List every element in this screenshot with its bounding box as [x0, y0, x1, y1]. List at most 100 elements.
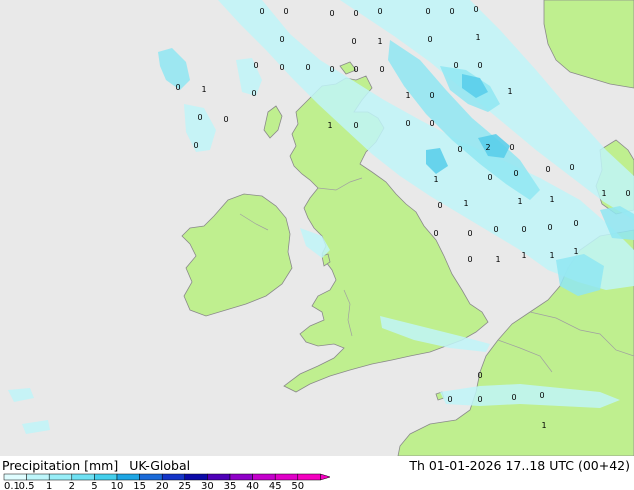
station-value: 0: [547, 223, 552, 232]
station-value: 0: [453, 61, 458, 70]
station-value: 0: [283, 7, 288, 16]
scale-swatch: [184, 473, 208, 481]
station-value: 0: [573, 219, 578, 228]
station-value: 0: [467, 255, 472, 264]
station-value: 2: [485, 143, 490, 152]
scale-tick-label: 0.1: [4, 481, 20, 490]
map-title: Precipitation [mm] UK-Global: [2, 458, 197, 473]
scale-tick-label: 45: [269, 481, 282, 490]
scale-tick-label: 20: [156, 481, 169, 490]
station-value: 0: [193, 141, 198, 150]
map-footer: Precipitation [mm] UK-Global Th 01-01-20…: [0, 456, 634, 490]
station-value: 0: [197, 113, 202, 122]
station-value: 0: [353, 9, 358, 18]
station-value: 0: [329, 9, 334, 18]
variable-label: Precipitation [mm]: [2, 458, 119, 473]
scale-swatch: [48, 473, 73, 481]
scale-tick-label: 1: [46, 481, 52, 490]
station-value: 0: [259, 7, 264, 16]
station-value: 0: [511, 393, 516, 402]
station-value: 0: [429, 119, 434, 128]
station-value: 0: [279, 63, 284, 72]
station-value: 0: [625, 189, 630, 198]
station-value: 1: [405, 91, 410, 100]
station-value: 0: [467, 229, 472, 238]
scale-tick-label: 30: [201, 481, 214, 490]
precipitation-map[interactable]: 0 0 0 0 0 0 0 0 1 0 1 0 0 0 0 0 0 0 0 0 0 1 0 1 0 1 1 0 0 0 0 2 0 0 0 1 0 0 0 0…: [0, 0, 634, 457]
station-value: 0: [425, 7, 430, 16]
station-value: 0: [405, 119, 410, 128]
station-value: 0: [433, 229, 438, 238]
station-value: 0: [521, 225, 526, 234]
station-value: 0: [377, 7, 382, 16]
station-value: 0: [223, 115, 228, 124]
scale-tick-label: 10: [111, 481, 124, 490]
station-value: 1: [549, 251, 554, 260]
station-value: 0: [427, 35, 432, 44]
scale-tick-label: 0.5: [19, 481, 35, 490]
scale-swatch: [207, 473, 231, 481]
station-value: 1: [495, 255, 500, 264]
valid-time: Th 01-01-2026 17..18 UTC (00+42): [409, 458, 630, 473]
station-value: 0: [493, 225, 498, 234]
station-value: 1: [377, 37, 382, 46]
station-value: 0: [175, 83, 180, 92]
station-value: 1: [507, 87, 512, 96]
station-value: 1: [475, 33, 480, 42]
scale-tick-label: 2: [69, 481, 75, 490]
station-value: 1: [463, 199, 468, 208]
station-value: 1: [573, 247, 578, 256]
station-value: 0: [279, 35, 284, 44]
scale-swatch: [3, 473, 27, 481]
scale-swatch: [229, 473, 253, 481]
station-value: 0: [251, 89, 256, 98]
station-value: 0: [253, 61, 258, 70]
station-value: 0: [379, 65, 384, 74]
station-value: 1: [521, 251, 526, 260]
scale-tick-label: 35: [224, 481, 237, 490]
scale-swatch: [161, 473, 186, 481]
station-value: 0: [513, 169, 518, 178]
scale-tick-label: 25: [178, 481, 191, 490]
station-value: 1: [433, 175, 438, 184]
station-value: 0: [477, 61, 482, 70]
station-value: 0: [437, 201, 442, 210]
scale-tick-label: 5: [91, 481, 97, 490]
station-value: 1: [601, 189, 606, 198]
scale-swatch: [71, 473, 95, 481]
station-value: 0: [353, 121, 358, 130]
station-value: 1: [541, 421, 546, 430]
station-value: 0: [329, 65, 334, 74]
station-value: 0: [457, 145, 462, 154]
scale-tick-label: 15: [133, 481, 146, 490]
station-value: 0: [449, 7, 454, 16]
scale-arrow: [320, 473, 330, 481]
model-label: UK-Global: [129, 458, 191, 473]
station-value: 0: [477, 395, 482, 404]
scale-swatch: [139, 473, 163, 481]
scale-swatch: [297, 473, 321, 481]
station-value: 0: [509, 143, 514, 152]
station-value: 0: [477, 371, 482, 380]
station-value: 1: [517, 197, 522, 206]
scale-swatch: [252, 473, 276, 481]
station-value: 1: [201, 85, 206, 94]
scale-swatch: [116, 473, 140, 481]
station-value: 0: [353, 65, 358, 74]
scale-swatch: [26, 473, 50, 481]
scale-tick-label: 50: [291, 481, 304, 490]
station-value: 0: [447, 395, 452, 404]
station-value: 0: [473, 5, 478, 14]
station-value: 0: [545, 165, 550, 174]
station-value: 0: [305, 63, 310, 72]
station-value: 0: [569, 163, 574, 172]
scale-swatch: [94, 473, 118, 481]
station-value: 0: [351, 37, 356, 46]
station-value: 0: [539, 391, 544, 400]
station-value: 0: [429, 91, 434, 100]
station-value: 0: [487, 173, 492, 182]
color-scale-legend: 0.10.5 1 2 5 10 15 20 25 30 35 40 45 50: [3, 473, 330, 490]
scale-tick-label: 40: [246, 481, 259, 490]
scale-swatch: [274, 473, 299, 481]
station-value: 1: [327, 121, 332, 130]
